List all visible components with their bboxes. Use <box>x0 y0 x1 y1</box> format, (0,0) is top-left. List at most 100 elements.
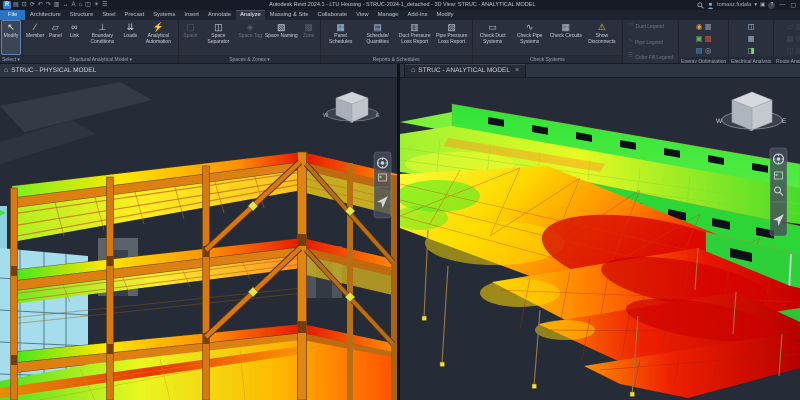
tab-annotate[interactable]: Annotate <box>203 10 235 20</box>
measure-icon[interactable]: ↔ <box>62 1 68 10</box>
button-space-naming[interactable]: ▧Space Naming <box>264 21 299 54</box>
button-panel[interactable]: ▱Panel <box>46 21 64 54</box>
ribbon-group-label[interactable]: Spaces & Zones ▾ <box>179 55 319 63</box>
button-label: Boundary Conditions <box>85 34 119 45</box>
save-icon[interactable]: ⊡ <box>22 1 27 10</box>
home-icon: ⌂ <box>411 67 415 74</box>
button-member[interactable]: ∕Member <box>25 21 45 54</box>
section-icon[interactable]: ◫ <box>85 1 91 10</box>
tab-analyze[interactable]: Analyze <box>236 10 266 20</box>
tab-precast[interactable]: Precast <box>120 10 149 20</box>
button-label: Space Tag <box>238 34 262 40</box>
button-label: Duct Legend <box>636 25 664 31</box>
button-label: Panel Schedules <box>324 34 358 45</box>
navigation-bar[interactable] <box>770 148 787 236</box>
tab-steel[interactable]: Steel <box>98 10 120 20</box>
electrical-settings-icon[interactable]: ◫ <box>748 21 755 32</box>
button-duct-pressure-loss-report[interactable]: ▥Duct Pressure Loss Report <box>397 21 433 54</box>
user-avatar-icon[interactable] <box>707 2 714 9</box>
button-modify[interactable]: ↖Modify <box>2 21 20 54</box>
button-show-disconnects[interactable]: ⚠Show Disconnects <box>584 21 620 54</box>
restore-button[interactable]: ▢ <box>789 2 797 9</box>
button-label: Check Circuits <box>550 34 582 40</box>
route-legend-icon: ▤ <box>796 45 800 56</box>
user-name[interactable]: tomasz.fudala <box>717 2 751 8</box>
color-fill-legend-icon: ☰ <box>628 53 633 64</box>
tab-collaborate[interactable]: Collaborate <box>313 10 352 20</box>
button-color-fill-legend: ☰Color Fill Legend <box>627 52 674 64</box>
hvac-systems-icon[interactable]: ▦ <box>705 21 712 32</box>
default-3d-view-icon[interactable]: ⌂ <box>78 1 82 10</box>
analytical-distribution-icon[interactable]: ◨ <box>748 45 755 56</box>
text-icon[interactable]: A <box>71 1 75 10</box>
button-link[interactable]: ∞Link <box>65 21 83 54</box>
app-store-icon[interactable]: ▣ <box>760 2 765 8</box>
tab-view[interactable]: View <box>352 10 373 20</box>
tab-systems[interactable]: Systems <box>149 10 180 20</box>
viewport-right-header: ⌂ STRUC - ANALYTICAL MODEL × <box>400 64 800 78</box>
tab-add-ins[interactable]: Add-Ins <box>403 10 432 20</box>
tab-file[interactable]: File <box>0 10 25 20</box>
button-panel-schedules[interactable]: ▦Panel Schedules <box>323 21 359 54</box>
open-icon[interactable]: ▤ <box>13 1 19 10</box>
title-bar-right: tomasz.fudala ▾ ▣ ? — ▢ <box>697 2 797 9</box>
button-label: Space <box>183 34 197 40</box>
button-label: Show Disconnects <box>585 34 619 45</box>
button-boundary-conditions[interactable]: ⊥Boundary Conditions <box>84 21 120 54</box>
tab-architecture[interactable]: Architecture <box>25 10 65 20</box>
ribbon-group-label[interactable]: Reports & Schedules <box>321 55 472 63</box>
redo-icon[interactable]: ↷ <box>46 1 51 10</box>
button-label: Check Pipe Systems <box>513 34 547 45</box>
tab-insert[interactable]: Insert <box>180 10 204 20</box>
ribbon-group-route-analysis: ▱▦◫▥◎▤Route Analysis ▾ <box>774 20 800 63</box>
help-icon[interactable]: ? <box>768 2 775 9</box>
render-icon[interactable]: ☀ <box>94 1 99 10</box>
ribbon-group-label[interactable]: Select ▾ <box>0 55 22 63</box>
view-tab-analytical[interactable]: ⌂ STRUC - ANALYTICAL MODEL × <box>404 64 526 77</box>
button-label: Color Fill Legend <box>635 56 673 62</box>
ribbon-group-label[interactable]: Energy Optimization <box>679 57 728 63</box>
button-check-pipe-systems[interactable]: ∿Check Pipe Systems <box>512 21 548 54</box>
home-icon: ⌂ <box>4 67 8 74</box>
svg-text:E: E <box>376 113 380 119</box>
heating-cooling-loads-icon[interactable]: ▩ <box>705 33 712 44</box>
search-icon[interactable] <box>697 2 704 9</box>
button-space-separator[interactable]: ◫Space Separator <box>200 21 236 54</box>
print-icon[interactable]: ▥ <box>54 1 60 10</box>
ribbon-group-label[interactable]: Structural Analytical Model ▾ <box>23 55 178 63</box>
tab-massing-site[interactable]: Massing & Site <box>265 10 313 20</box>
button-label: Schedule/ Quantities <box>361 34 395 45</box>
button-schedule-quantities[interactable]: ▤Schedule/ Quantities <box>360 21 396 54</box>
tab-modify[interactable]: Modify <box>432 10 458 20</box>
viewport-left-header[interactable]: ⌂ STRUC - PHYSICAL MODEL <box>0 64 397 78</box>
revit-logo-icon[interactable]: R <box>3 1 11 9</box>
user-dropdown-icon[interactable]: ▾ <box>754 2 757 8</box>
button-check-circuits[interactable]: ▦Check Circuits <box>549 21 583 54</box>
ribbon-group-check-systems: ▭Check Duct Systems∿Check Pipe Systems▦C… <box>473 20 623 63</box>
tab-structure[interactable]: Structure <box>65 10 98 20</box>
generate-insight-icon[interactable]: ▤ <box>696 45 703 56</box>
ribbon-group-label[interactable]: Electrical Analysis <box>729 57 773 63</box>
ribbon-group-label[interactable]: Check Systems <box>473 55 622 63</box>
location-icon[interactable]: ◎ <box>705 45 712 56</box>
ribbon-group-reports-schedules: ▦Panel Schedules▤Schedule/ Quantities▥Du… <box>321 20 473 63</box>
button-loads[interactable]: ⇊Loads <box>121 21 139 54</box>
ribbon-group-label[interactable]: Route Analysis ▾ <box>774 57 800 63</box>
demand-factors-icon[interactable]: ▦ <box>748 33 755 44</box>
tab-manage[interactable]: Manage <box>373 10 403 20</box>
physical-model-canvas[interactable]: W S E <box>0 78 397 400</box>
button-label: Panel <box>49 34 62 40</box>
button-label: Pipe Pressure Loss Report <box>435 34 469 45</box>
navigation-bar[interactable] <box>374 152 391 218</box>
minimize-button[interactable]: — <box>778 2 786 8</box>
thin-lines-icon[interactable]: ☰ <box>102 1 107 10</box>
energy-settings-icon[interactable]: ◉ <box>696 21 703 32</box>
button-pipe-pressure-loss-report[interactable]: ▨Pipe Pressure Loss Report <box>434 21 470 54</box>
undo-icon[interactable]: ↶ <box>38 1 43 10</box>
analytical-model-canvas[interactable]: W S E <box>400 78 800 400</box>
close-view-icon[interactable]: × <box>515 67 519 74</box>
sync-icon[interactable]: ⟳ <box>30 1 35 10</box>
create-energy-model-icon[interactable]: ▣ <box>696 33 703 44</box>
button-check-duct-systems[interactable]: ▭Check Duct Systems <box>475 21 511 54</box>
button-analytical-automation[interactable]: ⚡Analytical Automation <box>140 21 176 54</box>
